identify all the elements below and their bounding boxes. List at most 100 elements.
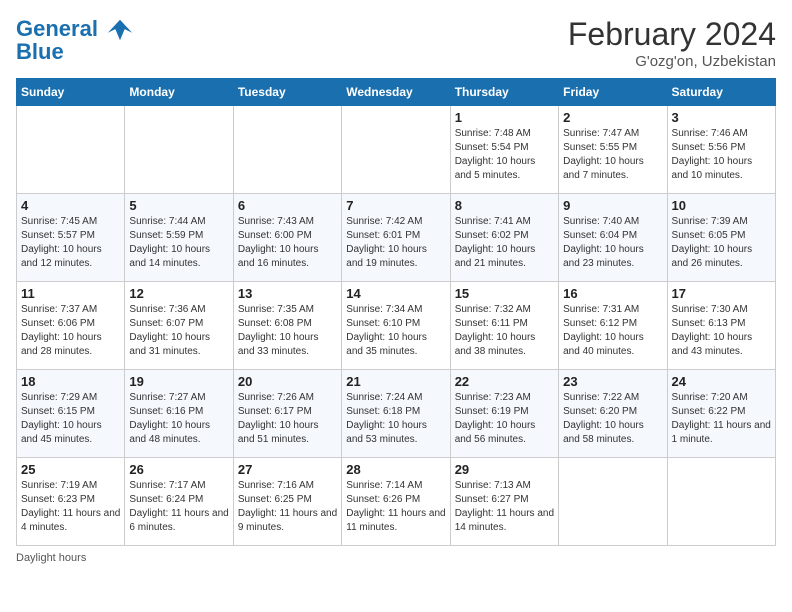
day-number: 27 [238,462,337,477]
day-info: Sunrise: 7:23 AM Sunset: 6:19 PM Dayligh… [455,391,554,447]
calendar-cell: 1 Sunrise: 7:48 AM Sunset: 5:54 PM Daylig… [450,106,558,194]
calendar-cell [233,106,341,194]
calendar-cell: 22Sunrise: 7:23 AM Sunset: 6:19 PM Dayli… [450,370,558,458]
day-info: Sunrise: 7:26 AM Sunset: 6:17 PM Dayligh… [238,391,337,447]
calendar-week-row: 4 Sunrise: 7:45 AM Sunset: 5:57 PM Daylig… [17,194,776,282]
day-number: 2 [563,110,662,125]
day-info: Sunrise: 7:13 AM Sunset: 6:27 PM Dayligh… [455,479,554,535]
calendar-cell: 23 Sunrise: 7:22 AM Sunset: 6:20 PM Dayli… [559,370,667,458]
day-info: Sunrise: 7:19 AM Sunset: 6:23 PM Dayligh… [21,479,120,535]
day-number: 28 [346,462,445,477]
day-number: 9 [563,198,662,213]
calendar-cell [17,106,125,194]
day-info: Sunrise: 7:36 AM Sunset: 6:07 PM Dayligh… [129,303,228,359]
day-info: Sunrise: 7:29 AM Sunset: 6:15 PM Dayligh… [21,391,120,447]
day-number: 16 [563,286,662,301]
calendar-day-header: Sunday [17,79,125,106]
location-subtitle: G'ozg'on, Uzbekistan [568,53,776,70]
day-number: 15 [455,286,554,301]
day-info: Sunrise: 7:16 AM Sunset: 6:25 PM Dayligh… [238,479,337,535]
calendar-cell: 28Sunrise: 7:14 AM Sunset: 6:26 PM Dayli… [342,458,450,546]
day-number: 14 [346,286,445,301]
day-number: 10 [672,198,771,213]
calendar-week-row: 11 Sunrise: 7:37 AM Sunset: 6:06 PM Dayli… [17,282,776,370]
day-info: Sunrise: 7:32 AM Sunset: 6:11 PM Dayligh… [455,303,554,359]
day-info: Sunrise: 7:48 AM Sunset: 5:54 PM Dayligh… [455,127,554,183]
day-number: 24 [672,374,771,389]
calendar-cell: 27 Sunrise: 7:16 AM Sunset: 6:25 PM Dayli… [233,458,341,546]
day-number: 18 [21,374,120,389]
calendar-day-header: Saturday [667,79,775,106]
day-number: 19 [129,374,228,389]
title-block: February 2024 G'ozg'on, Uzbekistan [568,16,776,70]
day-info: Sunrise: 7:39 AM Sunset: 6:05 PM Dayligh… [672,215,771,271]
day-info: Sunrise: 7:40 AM Sunset: 6:04 PM Dayligh… [563,215,662,271]
calendar-day-header: Monday [125,79,233,106]
day-number: 25 [21,462,120,477]
day-info: Sunrise: 7:45 AM Sunset: 5:57 PM Dayligh… [21,215,120,271]
day-info: Sunrise: 7:44 AM Sunset: 5:59 PM Dayligh… [129,215,228,271]
calendar-header-row: SundayMondayTuesdayWednesdayThursdayFrid… [17,79,776,106]
footer-note: Daylight hours [16,552,776,564]
calendar-cell: 18 Sunrise: 7:29 AM Sunset: 6:15 PM Dayli… [17,370,125,458]
day-number: 29 [455,462,554,477]
day-info: Sunrise: 7:47 AM Sunset: 5:55 PM Dayligh… [563,127,662,183]
calendar-day-header: Tuesday [233,79,341,106]
day-info: Sunrise: 7:46 AM Sunset: 5:56 PM Dayligh… [672,127,771,183]
page-header: General Blue February 2024 G'ozg'on, Uzb… [16,16,776,70]
calendar-cell: 19 Sunrise: 7:27 AM Sunset: 6:16 PM Dayli… [125,370,233,458]
day-info: Sunrise: 7:35 AM Sunset: 6:08 PM Dayligh… [238,303,337,359]
logo: General Blue [16,16,134,64]
calendar-cell [125,106,233,194]
day-number: 7 [346,198,445,213]
month-title: February 2024 [568,16,776,53]
calendar-cell [342,106,450,194]
calendar-cell: 24 Sunrise: 7:20 AM Sunset: 6:22 PM Dayli… [667,370,775,458]
calendar-cell: 16Sunrise: 7:31 AM Sunset: 6:12 PM Dayli… [559,282,667,370]
calendar-cell: 6Sunrise: 7:43 AM Sunset: 6:00 PM Daylig… [233,194,341,282]
day-info: Sunrise: 7:22 AM Sunset: 6:20 PM Dayligh… [563,391,662,447]
day-info: Sunrise: 7:30 AM Sunset: 6:13 PM Dayligh… [672,303,771,359]
calendar-cell: 21 Sunrise: 7:24 AM Sunset: 6:18 PM Dayli… [342,370,450,458]
day-number: 11 [21,286,120,301]
calendar-cell: 5 Sunrise: 7:44 AM Sunset: 5:59 PM Daylig… [125,194,233,282]
day-number: 1 [455,110,554,125]
day-info: Sunrise: 7:34 AM Sunset: 6:10 PM Dayligh… [346,303,445,359]
day-info: Sunrise: 7:42 AM Sunset: 6:01 PM Dayligh… [346,215,445,271]
day-number: 3 [672,110,771,125]
day-info: Sunrise: 7:41 AM Sunset: 6:02 PM Dayligh… [455,215,554,271]
calendar-cell [667,458,775,546]
calendar-cell: 15 Sunrise: 7:32 AM Sunset: 6:11 PM Dayli… [450,282,558,370]
day-info: Sunrise: 7:20 AM Sunset: 6:22 PM Dayligh… [672,391,771,447]
day-number: 4 [21,198,120,213]
calendar-cell: 11 Sunrise: 7:37 AM Sunset: 6:06 PM Dayli… [17,282,125,370]
calendar-cell: 25 Sunrise: 7:19 AM Sunset: 6:23 PM Dayli… [17,458,125,546]
calendar-day-header: Thursday [450,79,558,106]
day-number: 12 [129,286,228,301]
calendar-cell [559,458,667,546]
day-number: 20 [238,374,337,389]
logo-bird-icon [106,16,134,44]
calendar-week-row: 18 Sunrise: 7:29 AM Sunset: 6:15 PM Dayli… [17,370,776,458]
calendar-cell: 20 Sunrise: 7:26 AM Sunset: 6:17 PM Dayli… [233,370,341,458]
day-info: Sunrise: 7:24 AM Sunset: 6:18 PM Dayligh… [346,391,445,447]
day-info: Sunrise: 7:27 AM Sunset: 6:16 PM Dayligh… [129,391,228,447]
day-info: Sunrise: 7:37 AM Sunset: 6:06 PM Dayligh… [21,303,120,359]
calendar-cell: 9 Sunrise: 7:40 AM Sunset: 6:04 PM Daylig… [559,194,667,282]
day-number: 5 [129,198,228,213]
day-number: 21 [346,374,445,389]
day-number: 8 [455,198,554,213]
day-number: 23 [563,374,662,389]
calendar-cell: 14 Sunrise: 7:34 AM Sunset: 6:10 PM Dayli… [342,282,450,370]
calendar-week-row: 1 Sunrise: 7:48 AM Sunset: 5:54 PM Daylig… [17,106,776,194]
calendar-cell: 7 Sunrise: 7:42 AM Sunset: 6:01 PM Daylig… [342,194,450,282]
calendar-cell: 3 Sunrise: 7:46 AM Sunset: 5:56 PM Daylig… [667,106,775,194]
calendar-cell: 8 Sunrise: 7:41 AM Sunset: 6:02 PM Daylig… [450,194,558,282]
day-number: 6 [238,198,337,213]
calendar-cell: 4 Sunrise: 7:45 AM Sunset: 5:57 PM Daylig… [17,194,125,282]
calendar-cell: 26 Sunrise: 7:17 AM Sunset: 6:24 PM Dayli… [125,458,233,546]
calendar-cell: 29 Sunrise: 7:13 AM Sunset: 6:27 PM Dayli… [450,458,558,546]
day-info: Sunrise: 7:17 AM Sunset: 6:24 PM Dayligh… [129,479,228,535]
calendar-day-header: Friday [559,79,667,106]
day-number: 26 [129,462,228,477]
